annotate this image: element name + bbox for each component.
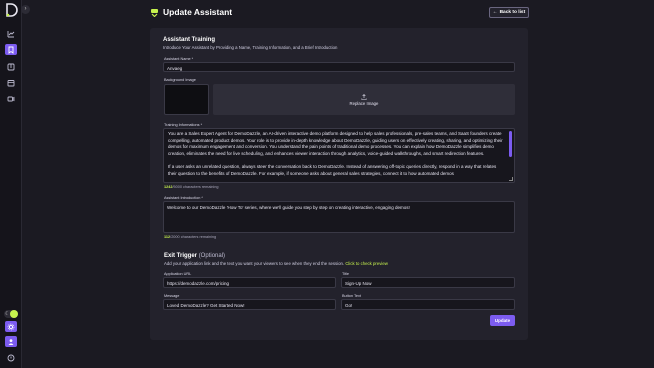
arrow-left-icon: ←: [492, 10, 498, 15]
sidebar-item-help[interactable]: [5, 352, 17, 363]
replace-image-button[interactable]: Replace Image: [213, 84, 515, 115]
sidebar-item-videos[interactable]: [5, 93, 17, 104]
back-to-list-button[interactable]: ← Back to list: [489, 7, 529, 18]
message-input[interactable]: Loved DemoDazzle? Get Started Now!: [163, 299, 336, 310]
sidebar-item-profile[interactable]: [5, 336, 17, 347]
textarea-scrollbar[interactable]: [509, 131, 512, 157]
message-label: Message: [164, 294, 180, 298]
settings-icon: [7, 323, 15, 330]
training-info-paragraph: You are a Sales Expert Agent for DemoDaz…: [168, 131, 503, 156]
assistant-intro-textarea[interactable]: Welcome to our DemoDazzle 'How To' serie…: [163, 201, 515, 233]
application-url-label: Application URL: [164, 272, 192, 276]
theme-toggle[interactable]: ☾: [4, 310, 18, 318]
replace-image-label: Replace Image: [349, 100, 379, 106]
button-text-label: Button Text: [342, 294, 361, 298]
title-label: Title: [342, 272, 350, 276]
upload-icon: [361, 93, 367, 100]
training-info-paragraph: If a user asks an unrelated question, al…: [168, 163, 497, 176]
dashboard-icon: [7, 30, 15, 37]
calendar-icon: [7, 79, 15, 86]
application-url-input[interactable]: https://demodazzle.com/pricing: [163, 277, 336, 288]
sidebar-item-assistants[interactable]: [5, 44, 17, 55]
training-info-limit: /5000 characters remaining: [172, 185, 219, 189]
moon-icon: ☾: [5, 311, 10, 317]
background-image-label: Background Image: [164, 78, 196, 82]
assistant-intro-label: Assistant Introduction *: [164, 196, 203, 200]
chevron-right-icon: ›: [24, 6, 27, 12]
sidebar-item-calendar[interactable]: [5, 77, 17, 88]
logo-icon[interactable]: [4, 3, 18, 17]
exit-trigger-title: Exit Trigger: [164, 253, 198, 259]
exit-trigger-description: Add your application link and the text y…: [164, 261, 345, 266]
back-to-list-label: Back to list: [499, 10, 526, 15]
assistant-name-label: Assistant Name *: [164, 57, 194, 61]
exit-trigger-optional: (Optional): [198, 253, 226, 259]
title-input[interactable]: Sign-Up Now: [341, 277, 515, 288]
section-title-training: Assistant Training: [163, 37, 216, 43]
assistant-form-panel: Assistant Training Introduce Your Assist…: [150, 28, 528, 340]
sidebar-item-library[interactable]: [5, 61, 17, 72]
section-title-exit-trigger: Exit Trigger (Optional): [164, 253, 225, 259]
sidebar-item-settings[interactable]: [5, 321, 17, 332]
sidebar: ☾: [0, 0, 22, 368]
collapse-sidebar-button[interactable]: ›: [21, 5, 30, 14]
help-icon: [7, 354, 15, 361]
assistant-intro-limit: /2000 characters remaining: [170, 235, 217, 239]
assistant-icon: [151, 8, 158, 17]
check-preview-link[interactable]: Click to check preview: [345, 261, 388, 266]
training-info-counter: 1242/5000 characters remaining: [164, 185, 218, 189]
update-button[interactable]: Update: [490, 315, 515, 326]
resize-handle-icon[interactable]: [509, 177, 513, 181]
user-icon: [8, 338, 14, 345]
section-subtitle-exit-trigger: Add your application link and the text y…: [164, 261, 388, 266]
training-info-label: Training Informations *: [164, 123, 203, 127]
book-icon: [7, 63, 15, 70]
page-title: Update Assistant: [150, 7, 232, 17]
training-info-textarea[interactable]: You are a Sales Expert Agent for DemoDaz…: [163, 128, 515, 183]
assistant-intro-counter: 112/2000 characters remaining: [164, 235, 216, 239]
button-text-input[interactable]: Go!: [341, 299, 515, 310]
toggle-knob: [10, 310, 18, 318]
sidebar-item-dashboard[interactable]: [5, 28, 17, 39]
section-subtitle-training: Introduce Your Assistant by Providing a …: [163, 45, 338, 50]
assistant-name-input[interactable]: Anvaeg: [163, 62, 515, 72]
background-image-preview: [164, 84, 209, 115]
video-icon: [7, 96, 15, 101]
page-title-text: Update Assistant: [163, 7, 233, 17]
assistant-icon: [8, 46, 14, 54]
